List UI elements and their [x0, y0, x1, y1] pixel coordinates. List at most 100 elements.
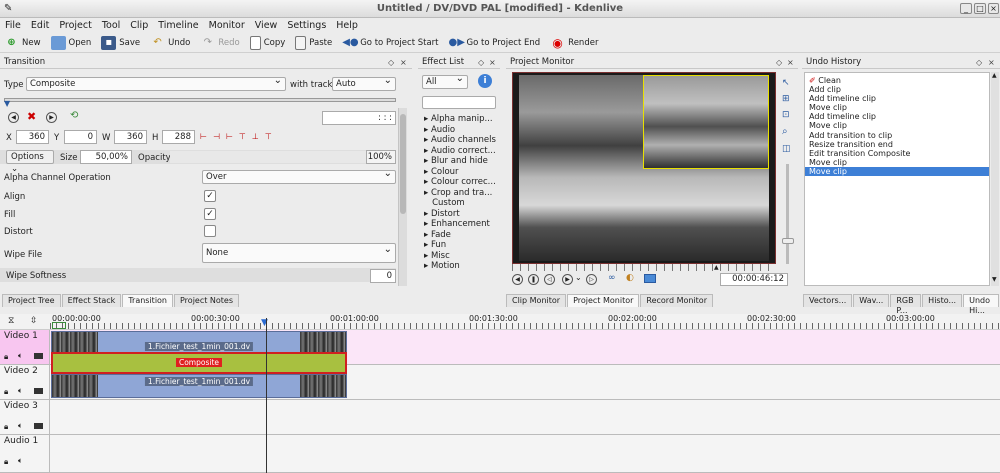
- info-icon[interactable]: i: [478, 74, 492, 88]
- close-panel-icon[interactable]: ×: [489, 56, 496, 69]
- zoom-icon[interactable]: ⌕: [782, 126, 788, 137]
- hide-video-icon[interactable]: [34, 353, 43, 359]
- scroll-up-icon[interactable]: ▲: [992, 72, 997, 79]
- menu-settings[interactable]: Settings: [282, 18, 331, 33]
- loop-icon[interactable]: ∞: [608, 273, 616, 283]
- float-icon[interactable]: ◇: [478, 56, 484, 69]
- composite-transition[interactable]: Composite: [51, 352, 347, 374]
- go-end-button[interactable]: ●▶ Go to Project End: [449, 36, 541, 50]
- close-button[interactable]: ×: [988, 3, 999, 14]
- next-mark-icon[interactable]: ▷: [586, 274, 597, 285]
- scrollbar-thumb[interactable]: [400, 114, 406, 214]
- opacity-slider[interactable]: [170, 151, 366, 163]
- track-header-video2[interactable]: Video 2 🔒︎ 🔈︎: [0, 365, 50, 399]
- lock-icon[interactable]: 🔒︎: [4, 457, 8, 467]
- mute-icon[interactable]: 🔈︎: [18, 421, 23, 431]
- prev-keyframe-icon[interactable]: ◀: [8, 112, 19, 123]
- effect-category[interactable]: ▸ Blur and hide: [420, 156, 500, 167]
- play-icon[interactable]: ▶: [562, 274, 573, 285]
- zone-marker[interactable]: [52, 322, 66, 329]
- undo-item[interactable]: Add timeline clip: [805, 112, 989, 121]
- effect-category[interactable]: ▸ Misc: [420, 251, 500, 262]
- tab-vectorscope[interactable]: Vectors...: [803, 294, 853, 307]
- effect-category[interactable]: ▸ Fade: [420, 230, 500, 241]
- undo-item[interactable]: Move clip: [805, 121, 989, 130]
- track-header-video1[interactable]: Video 1 🔒︎ 🔈︎: [0, 330, 50, 364]
- tab-record-monitor[interactable]: Record Monitor: [640, 294, 713, 307]
- track-header-audio1[interactable]: Audio 1 🔒︎ 🔈︎: [0, 435, 50, 472]
- y-field[interactable]: 0: [64, 130, 97, 144]
- zoom-slider[interactable]: [786, 164, 789, 264]
- monitor-playhead-icon[interactable]: ▲: [714, 264, 719, 271]
- prev-frame-icon[interactable]: ❚: [528, 274, 539, 285]
- undo-item[interactable]: Edit transition Composite: [805, 149, 989, 158]
- menu-monitor[interactable]: Monitor: [204, 18, 250, 33]
- undo-scrollbar[interactable]: ▲ ▼: [991, 72, 999, 286]
- fullscreen-icon[interactable]: [644, 274, 656, 283]
- add-keyframe-icon[interactable]: ⟲: [70, 110, 78, 121]
- hide-video-icon[interactable]: [34, 423, 43, 429]
- undo-item[interactable]: Add timeline clip: [805, 94, 989, 103]
- undo-item[interactable]: ✐ Clean: [805, 76, 989, 85]
- minimize-button[interactable]: _: [960, 3, 972, 14]
- undo-item[interactable]: Move clip: [805, 103, 989, 112]
- tab-transition[interactable]: Transition: [122, 294, 173, 307]
- undo-button[interactable]: ↶ Undo: [150, 36, 190, 50]
- zoom-fit-icon[interactable]: ⧖: [8, 316, 14, 326]
- close-panel-icon[interactable]: ×: [400, 56, 407, 69]
- monitor-ruler[interactable]: [512, 264, 776, 271]
- float-icon[interactable]: ◇: [976, 56, 982, 69]
- fit-icon[interactable]: ⊞: [782, 94, 790, 104]
- mute-icon[interactable]: 🔈︎: [18, 456, 23, 466]
- distort-checkbox[interactable]: [204, 225, 216, 237]
- float-icon[interactable]: ◇: [388, 56, 394, 69]
- go-start-button[interactable]: ◀● Go to Project Start: [342, 36, 438, 50]
- prev-mark-icon[interactable]: ◁: [544, 274, 555, 285]
- effect-search-input[interactable]: [422, 96, 496, 109]
- alpha-select[interactable]: Over: [202, 168, 396, 184]
- redo-button[interactable]: ↷ Redo: [200, 36, 240, 50]
- size-field[interactable]: 50,00%: [80, 150, 132, 164]
- mute-icon[interactable]: 🔈︎: [18, 351, 23, 361]
- clip-video2[interactable]: 1.Fichier_test_1min_001.dv: [51, 374, 347, 398]
- transition-scrollbar[interactable]: [398, 108, 407, 286]
- menu-clip[interactable]: Clip: [125, 18, 153, 33]
- audio-icon[interactable]: ◐: [626, 273, 634, 283]
- position-slider[interactable]: [4, 98, 396, 102]
- options-button[interactable]: Options ⌄: [6, 150, 54, 174]
- track-height-icon[interactable]: ⇳: [30, 316, 38, 326]
- effect-category[interactable]: ▸ Audio correct...: [420, 146, 500, 157]
- new-button[interactable]: ⊕ New: [4, 36, 40, 50]
- effect-category[interactable]: ▸ Crop and tra...: [420, 188, 500, 199]
- effect-filter-select[interactable]: All: [422, 73, 468, 89]
- effect-category[interactable]: ▸ Enhancement: [420, 219, 500, 230]
- menu-edit[interactable]: Edit: [26, 18, 54, 33]
- effect-category[interactable]: ▸ Fun: [420, 240, 500, 251]
- timeline-ruler[interactable]: ⧖ ⇳ 00:00:00:00 00:00:30:00 00:01:00:00 …: [0, 314, 1000, 330]
- undo-item[interactable]: Resize transition end: [805, 140, 989, 149]
- tab-effect-stack[interactable]: Effect Stack: [61, 294, 122, 307]
- tab-histogram[interactable]: Histo...: [922, 294, 963, 307]
- overlay-icon[interactable]: ◫: [782, 144, 791, 154]
- effect-category[interactable]: ▸ Colour: [420, 167, 500, 178]
- undo-item[interactable]: Add transition to clip: [805, 131, 989, 140]
- hide-video-icon[interactable]: [34, 388, 43, 394]
- rewind-icon[interactable]: ◀: [512, 274, 523, 285]
- softness-field[interactable]: 0: [370, 269, 396, 283]
- slider-handle-icon[interactable]: ▼: [4, 99, 10, 108]
- effect-category[interactable]: ▸ Audio: [420, 125, 500, 136]
- mute-icon[interactable]: 🔈︎: [18, 386, 23, 396]
- opacity-field[interactable]: 100%: [366, 150, 396, 164]
- tab-undo-history[interactable]: Undo Hi...: [963, 294, 999, 315]
- track-header-video3[interactable]: Video 3 🔒︎ 🔈︎: [0, 400, 50, 434]
- tab-project-tree[interactable]: Project Tree: [2, 294, 61, 307]
- effect-category[interactable]: ▸ Colour correc...: [420, 177, 500, 188]
- effect-category[interactable]: ▸ Motion: [420, 261, 500, 272]
- undo-item-selected[interactable]: Move clip: [805, 166, 989, 177]
- lock-icon[interactable]: 🔒︎: [4, 422, 8, 432]
- align-checkbox[interactable]: ✓: [204, 190, 216, 202]
- tab-clip-monitor[interactable]: Clip Monitor: [506, 294, 567, 307]
- tab-waveform[interactable]: Wav...: [853, 294, 890, 307]
- tab-project-monitor[interactable]: Project Monitor: [567, 294, 640, 307]
- effect-category[interactable]: ▸ Alpha manip...: [420, 114, 500, 125]
